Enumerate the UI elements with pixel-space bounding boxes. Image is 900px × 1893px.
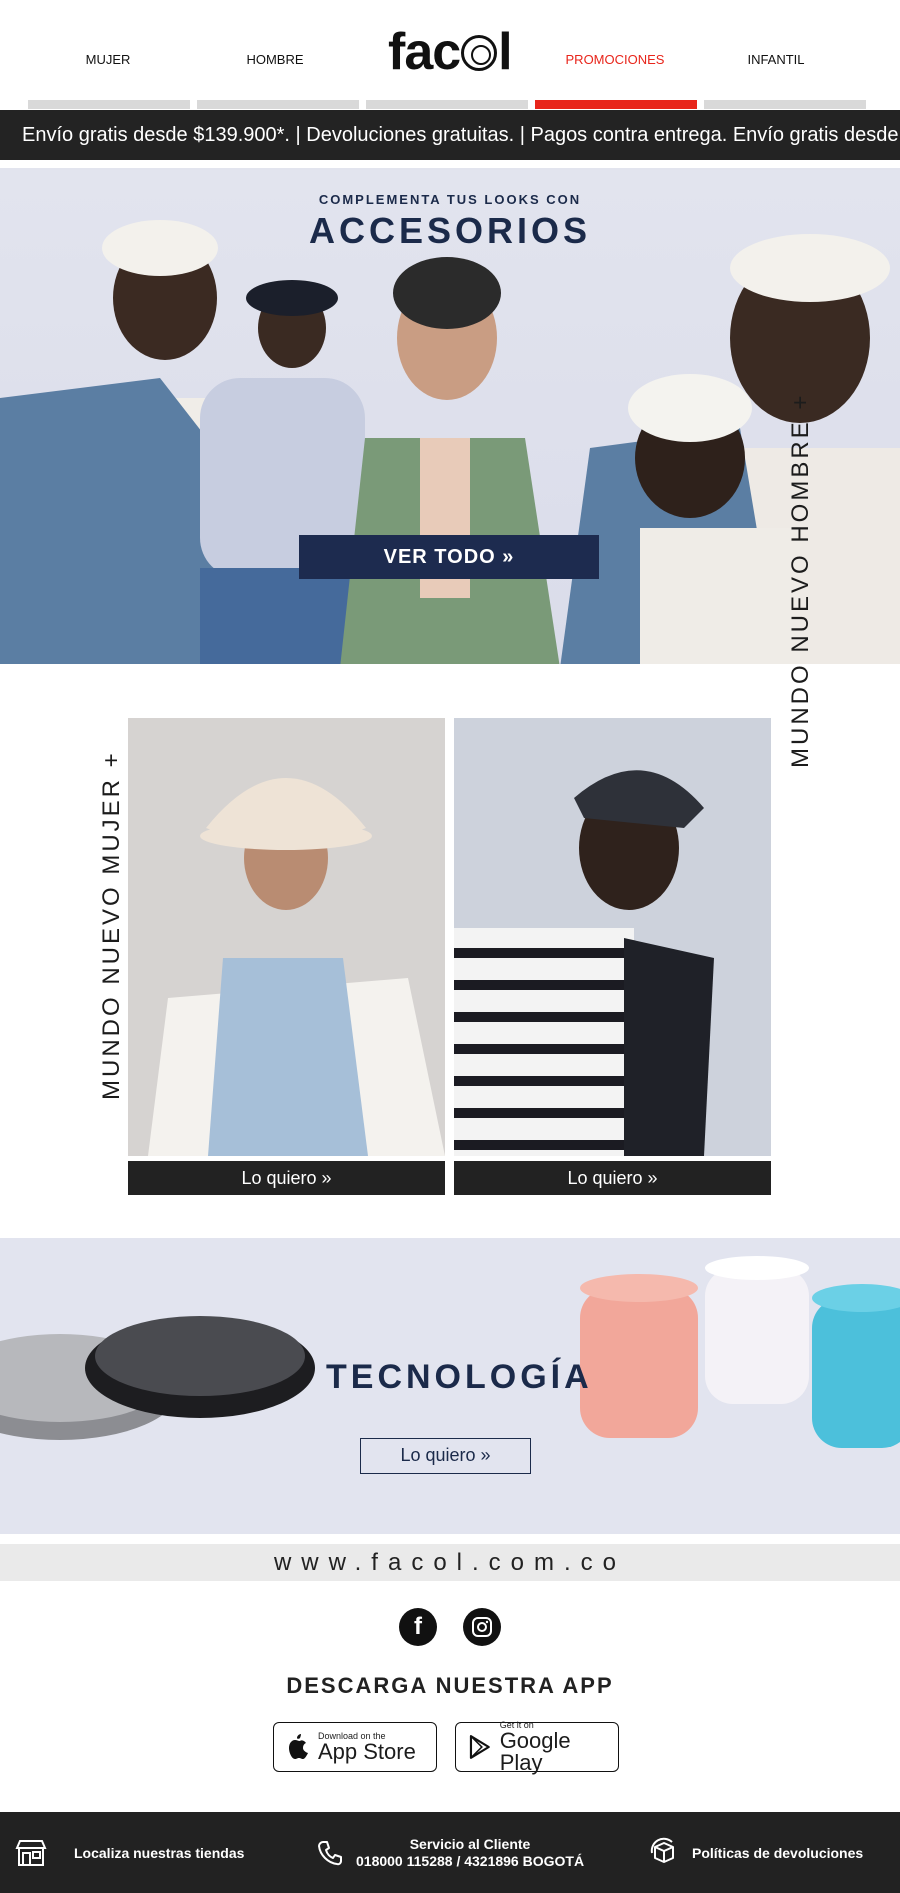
mundo-hombre-label[interactable]: MUNDO NUEVO HOMBRE + <box>787 393 815 768</box>
hombre-photo-tile[interactable] <box>454 718 771 1156</box>
logo-o-ring <box>461 35 498 71</box>
google-play-big: Google Play <box>499 1728 571 1775</box>
ver-todo-button[interactable]: VER TODO » <box>299 535 599 579</box>
app-store-big: App Store <box>318 1739 416 1764</box>
nav-bar-logo <box>366 100 528 109</box>
promo-strip: Envío gratis desde $139.900*. | Devoluci… <box>0 110 900 160</box>
facebook-icon[interactable]: f <box>399 1608 437 1646</box>
site-header: MUJER HOMBRE fac l PROMOCIONES INFANTIL <box>0 0 900 110</box>
google-play-icon <box>469 1735 490 1759</box>
customer-service-phone: 018000 115288 / 4321896 BOGOTÁ <box>356 1852 585 1869</box>
tecnologia-banner[interactable]: TECNOLOGÍA Lo quiero » <box>0 1238 900 1534</box>
tecnologia-title: TECNOLOGÍA <box>326 1358 593 1396</box>
app-store-button[interactable]: Download on the App Store <box>273 1722 437 1772</box>
store-locator-label: Localiza nuestras tiendas <box>74 1844 245 1861</box>
website-url[interactable]: www.facol.com.co <box>0 1544 900 1581</box>
apple-icon <box>289 1734 308 1759</box>
nav-indicator-bars <box>28 100 866 109</box>
hero-models-illustration <box>0 220 900 664</box>
instagram-icon[interactable] <box>463 1608 501 1646</box>
nav-bar-mujer <box>28 100 190 109</box>
nav-promociones[interactable]: PROMOCIONES <box>555 52 675 67</box>
hero-eyebrow: COMPLEMENTA TUS LOOKS CON <box>318 192 582 207</box>
returns-policy-label: Políticas de devoluciones <box>692 1844 864 1861</box>
google-play-button[interactable]: Get it on Google Play <box>455 1720 619 1774</box>
nav-bar-promociones <box>535 100 697 109</box>
returns-box-icon <box>650 1837 674 1863</box>
nav-infantil[interactable]: INFANTIL <box>716 52 836 67</box>
customer-service-text: Servicio al Cliente 018000 115288 / 4321… <box>356 1836 584 1870</box>
nav-bar-hombre <box>197 100 359 109</box>
store-locator-link[interactable]: Localiza nuestras tiendas <box>14 1812 244 1893</box>
tecnologia-lo-quiero-button[interactable]: Lo quiero » <box>360 1438 531 1474</box>
facol-logo[interactable]: fac l <box>388 22 513 82</box>
mundo-mujer-label[interactable]: MUNDO NUEVO MUJER + <box>98 750 126 1100</box>
app-store-buttons: Download on the App Store Get it on Goog… <box>273 1720 619 1774</box>
phone-icon <box>318 1840 342 1865</box>
hombre-model-photo <box>454 718 771 1156</box>
nav-bar-infantil <box>704 100 866 109</box>
mujer-lo-quiero-button[interactable]: Lo quiero » <box>128 1161 445 1195</box>
hero-banner[interactable]: COMPLEMENTA TUS LOOKS CON ACCESORIOS VER… <box>0 168 900 664</box>
hombre-lo-quiero-button[interactable]: Lo quiero » <box>454 1161 771 1195</box>
nav-hombre[interactable]: HOMBRE <box>215 52 335 67</box>
customer-service-link[interactable]: Servicio al Cliente 018000 115288 / 4321… <box>316 1812 584 1893</box>
footer-bottom-bar: Localiza nuestras tiendas Servicio al Cl… <box>0 1812 900 1893</box>
social-links: f <box>0 1608 900 1646</box>
mujer-photo-tile[interactable] <box>128 718 445 1156</box>
customer-service-title: Servicio al Cliente <box>409 1835 531 1852</box>
store-icon <box>15 1839 47 1866</box>
app-store-text: Download on the App Store <box>318 1731 416 1763</box>
nav-mujer[interactable]: MUJER <box>48 52 168 67</box>
mujer-model-photo <box>128 718 445 1156</box>
download-app-title: DESCARGA NUESTRA APP <box>286 1673 614 1698</box>
hero-title: ACCESORIOS <box>308 210 592 251</box>
google-play-text: Get it on Google Play <box>500 1720 618 1774</box>
returns-policy-link[interactable]: Políticas de devoluciones <box>648 1812 863 1893</box>
instagram-glyph <box>472 1617 492 1637</box>
